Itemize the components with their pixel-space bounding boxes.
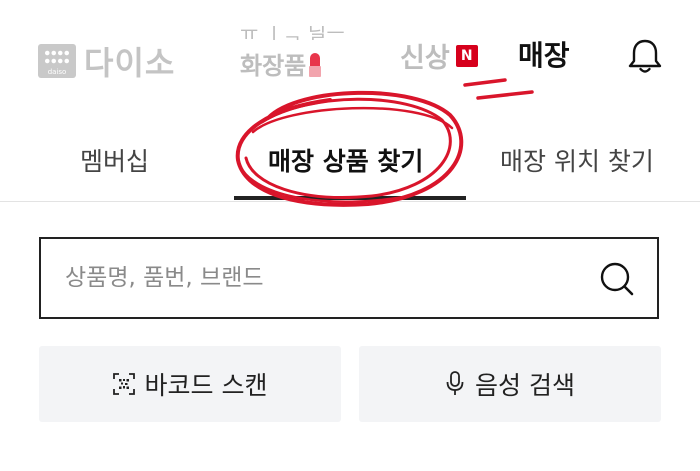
tabs-divider <box>0 201 700 202</box>
daiso-logo[interactable]: daiso 다이소 <box>38 38 175 84</box>
nav-item-store[interactable]: 매장 <box>518 34 570 74</box>
nav-cosmetics-label: 화장품 <box>240 52 307 80</box>
new-badge: N <box>455 44 478 67</box>
voice-search-button[interactable]: 음성 검색 <box>359 346 661 422</box>
nav-item-new[interactable]: 신상 N <box>400 36 478 75</box>
search-input[interactable] <box>65 257 585 299</box>
nav-cosmetics-cut-text: ㅠ ㅣᆨ 닐ㅡ <box>240 26 345 40</box>
nav-new-label: 신상 <box>400 43 450 74</box>
active-tab-indicator <box>234 196 466 200</box>
nav-item-cosmetics[interactable]: ㅠ ㅣᆨ 닐ㅡ 화장품 <box>240 26 360 82</box>
search-box <box>39 237 659 319</box>
search-icon[interactable] <box>597 259 637 299</box>
tab-find-product[interactable]: 매장 상품 찾기 <box>268 142 423 178</box>
barcode-scan-button[interactable]: 바코드 스캔 <box>39 346 341 422</box>
barcode-scan-icon <box>112 373 135 395</box>
bell-icon[interactable] <box>625 36 665 76</box>
logo-mark-text: daiso <box>47 68 67 76</box>
tab-membership[interactable]: 멤버십 <box>80 142 149 178</box>
logo-brand-text: 다이소 <box>84 44 176 82</box>
microphone-icon <box>446 371 464 395</box>
voice-search-label: 음성 검색 <box>475 371 575 400</box>
tab-find-location[interactable]: 매장 위치 찾기 <box>500 142 654 178</box>
store-tabs: 멤버십 매장 상품 찾기 매장 위치 찾기 <box>0 120 700 202</box>
daiso-logo-mark: daiso <box>38 44 76 78</box>
lipstick-icon <box>309 53 322 77</box>
top-navigation-bar: daiso 다이소 ㅠ ㅣᆨ 닐ㅡ 화장품 신상 N 매장 <box>0 0 700 100</box>
barcode-scan-label: 바코드 스캔 <box>144 371 268 400</box>
